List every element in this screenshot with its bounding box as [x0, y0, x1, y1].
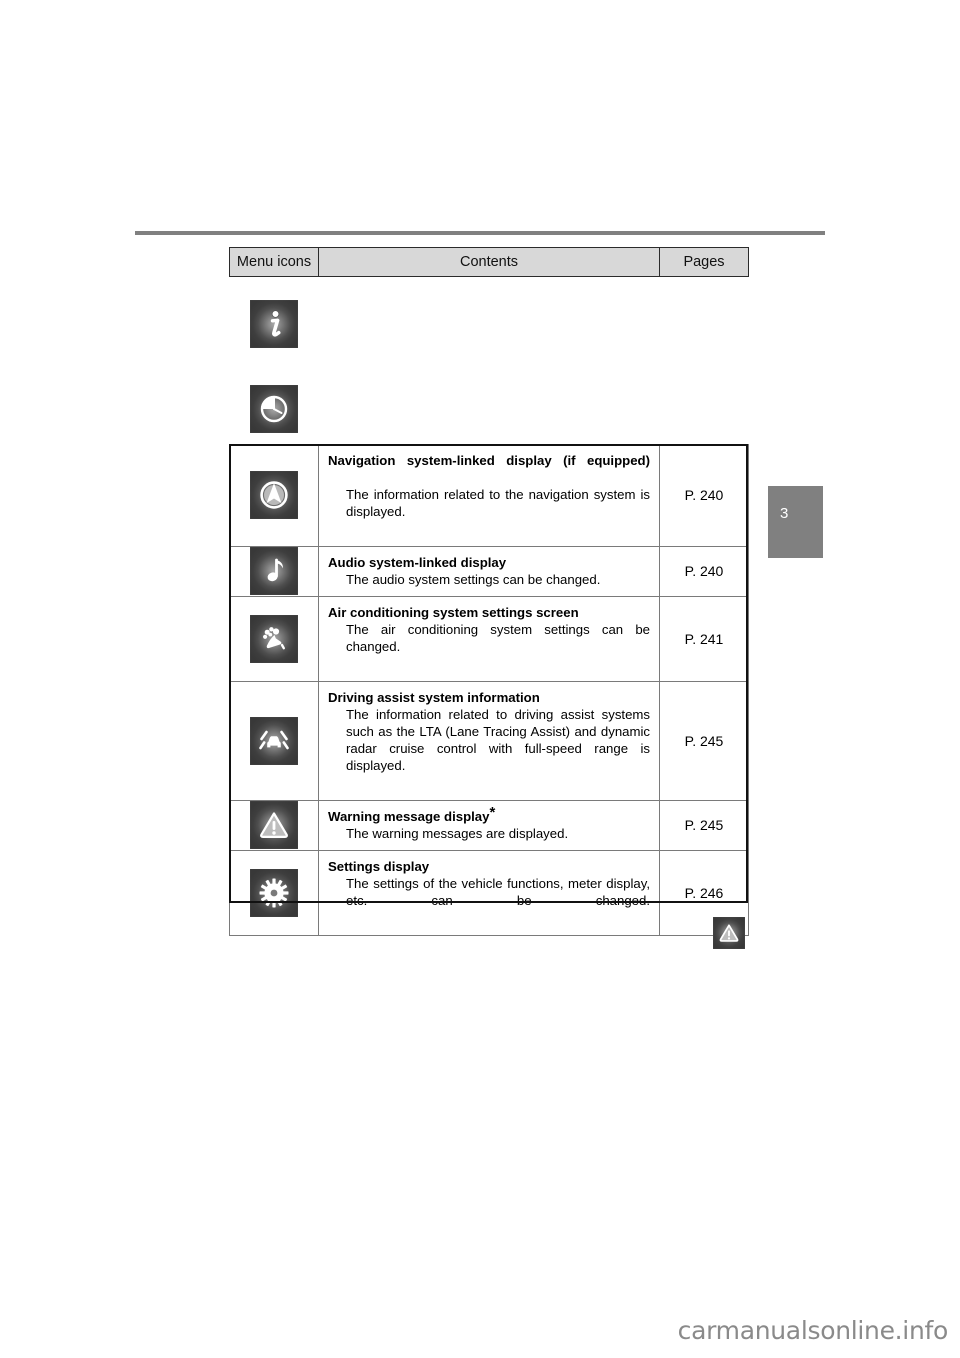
navigation-compass-icon: [250, 471, 298, 520]
warning-triangle-icon: [250, 801, 298, 850]
row-icon-cell: [229, 444, 319, 547]
row-content-cell: Warning message display* The warning mes…: [318, 799, 660, 851]
row-description: The audio system settings can be changed…: [346, 571, 601, 587]
clock-icon: [250, 385, 298, 433]
row-icon-cell: [229, 596, 319, 682]
table-row: Air conditioning system settings screen …: [229, 596, 749, 682]
column-header-contents: Contents: [318, 247, 660, 277]
chapter-number: 3: [780, 505, 789, 522]
floating-icon-info: [250, 300, 298, 348]
air-conditioning-icon: [250, 614, 298, 663]
table-row: Audio system-linked display The audio sy…: [229, 545, 749, 598]
row-description: The warning messages are displayed.: [346, 825, 569, 841]
floating-icon-clock: [250, 385, 298, 433]
row-description: The air conditioning system settings can…: [346, 622, 650, 655]
chapter-tab: 3: [768, 486, 823, 558]
row-description: The settings of the vehicle functions, m…: [346, 876, 650, 909]
row-icon-cell: [229, 799, 319, 851]
row-title: Warning message display: [328, 808, 490, 824]
table-row: Navigation system-linked display (if equ…: [229, 444, 749, 547]
music-note-icon: [250, 547, 298, 596]
row-title-wrap: Warning message display*: [328, 805, 650, 825]
footnote-warning-icon-wrap: [713, 917, 745, 949]
header-rule: [135, 231, 825, 235]
row-page-cell: P. 245: [659, 799, 749, 851]
table-row: Driving assist system information The in…: [229, 680, 749, 801]
table-header-row: Menu icons Contents Pages: [229, 247, 749, 277]
row-content-cell: Settings display The settings of the veh…: [318, 849, 660, 936]
row-title: Audio system-linked display: [328, 554, 507, 570]
row-title: Navigation system-linked display (if equ…: [328, 453, 650, 468]
table-row: Warning message display* The warning mes…: [229, 799, 749, 851]
row-page-cell: P. 240: [659, 444, 749, 547]
site-watermark: carmanualsonline.info: [677, 1316, 949, 1345]
row-icon-cell: [229, 849, 319, 936]
row-title: Driving assist system information: [328, 689, 540, 705]
row-content-cell: Air conditioning system settings screen …: [318, 596, 660, 682]
row-description: The information related to driving assis…: [346, 706, 650, 774]
table-row: Settings display The settings of the veh…: [229, 849, 749, 936]
info-icon: [250, 300, 298, 348]
warning-triangle-icon: [713, 917, 745, 949]
gear-settings-icon: [250, 868, 298, 917]
row-description: The information related to the navigatio…: [346, 487, 650, 520]
row-icon-cell: [229, 680, 319, 801]
row-page-cell: P. 241: [659, 596, 749, 682]
menu-icons-table-header: Menu icons Contents Pages: [229, 247, 749, 277]
column-header-pages: Pages: [659, 247, 749, 277]
row-content-cell: Audio system-linked display The audio sy…: [318, 545, 660, 598]
footnote-asterisk: *: [489, 804, 496, 822]
row-content-cell: Navigation system-linked display (if equ…: [318, 444, 660, 547]
row-page-cell: P. 245: [659, 680, 749, 801]
menu-icons-table-body: Navigation system-linked display (if equ…: [229, 444, 749, 936]
row-title: Settings display: [328, 858, 430, 874]
row-icon-cell: [229, 545, 319, 598]
column-header-menu-icons: Menu icons: [229, 247, 319, 277]
row-title: Air conditioning system settings screen: [328, 605, 579, 621]
lane-tracing-assist-icon: [250, 716, 298, 765]
row-content-cell: Driving assist system information The in…: [318, 680, 660, 801]
row-page-cell: P. 240: [659, 545, 749, 598]
